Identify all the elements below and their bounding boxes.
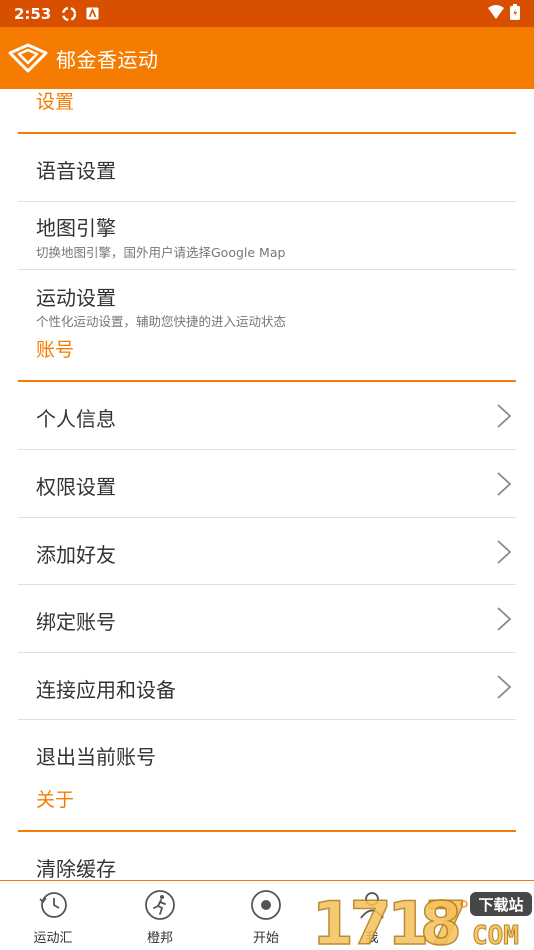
app-title: 郁金香运动 — [56, 47, 159, 72]
chevron-right-icon — [497, 472, 512, 496]
item-label: 语音设置 — [36, 159, 116, 183]
section-header-account: 账号 — [36, 339, 75, 361]
item-label: 退出当前账号 — [36, 745, 156, 769]
chevron-right-icon — [497, 675, 512, 699]
notification-icon — [86, 7, 99, 20]
status-time: 2:53 — [14, 4, 52, 23]
item-label: 绑定账号 — [36, 610, 116, 634]
svg-text:8: 8 — [420, 889, 462, 950]
settings-item-map-engine[interactable]: 地图引擎 切换地图引擎，国外用户请选择Google Map — [0, 202, 534, 269]
item-label: 运动设置 — [36, 286, 116, 310]
item-label: 地图引擎 — [36, 216, 116, 240]
item-label: 清除缓存 — [36, 857, 116, 880]
section-header-settings: 设置 — [36, 91, 75, 113]
watermark-logo: 1717 8 下载站 COM — [311, 888, 532, 950]
account-item-bind[interactable]: 绑定账号 — [0, 585, 534, 652]
wifi-icon — [488, 4, 504, 23]
runner-icon — [145, 890, 175, 920]
nav-label: 开始 — [252, 931, 279, 946]
nav-label: 橙邦 — [146, 931, 173, 946]
account-item-connect-devices[interactable]: 连接应用和设备 — [0, 653, 534, 720]
about-item-clear-cache[interactable]: 清除缓存 — [0, 831, 534, 880]
clock-icon — [39, 892, 67, 918]
account-item-logout[interactable]: 退出当前账号 — [0, 720, 534, 778]
nav-item-sports-hub[interactable]: 运动汇 — [3, 881, 103, 950]
sync-icon — [61, 6, 77, 22]
chevron-right-icon — [497, 404, 512, 428]
chevron-right-icon — [497, 607, 512, 631]
item-label: 添加好友 — [36, 543, 116, 567]
item-label: 连接应用和设备 — [36, 678, 176, 702]
battery-icon — [510, 3, 520, 24]
account-item-add-friend[interactable]: 添加好友 — [0, 518, 534, 585]
item-subtitle: 切换地图引擎，国外用户请选择Google Map — [36, 245, 286, 260]
settings-item-voice[interactable]: 语音设置 — [0, 133, 534, 201]
item-subtitle: 个性化运动设置，辅助您快捷的进入运动状态 — [36, 314, 287, 329]
nav-item-orange-club[interactable]: 橙邦 — [110, 881, 210, 950]
tulip-logo-icon — [8, 38, 48, 78]
nav-item-start[interactable]: 开始 — [216, 881, 316, 950]
record-icon — [251, 890, 281, 920]
status-bar: 2:53 — [0, 0, 534, 27]
account-item-permissions[interactable]: 权限设置 — [0, 450, 534, 517]
app-bar: 郁金香运动 — [0, 27, 534, 89]
section-header-about: 关于 — [36, 789, 75, 811]
settings-item-sport[interactable]: 运动设置 个性化运动设置，辅助您快捷的进入运动状态 — [0, 270, 534, 332]
nav-label: 运动汇 — [33, 931, 73, 946]
settings-list[interactable]: 设置 语音设置 地图引擎 切换地图引擎，国外用户请选择Google Map 运动… — [0, 89, 534, 880]
svg-text:下载站: 下载站 — [478, 896, 523, 914]
item-label: 个人信息 — [36, 407, 116, 431]
chevron-right-icon — [497, 540, 512, 564]
account-item-profile[interactable]: 个人信息 — [0, 381, 534, 449]
item-label: 权限设置 — [36, 475, 116, 499]
svg-text:COM: COM — [472, 921, 519, 950]
